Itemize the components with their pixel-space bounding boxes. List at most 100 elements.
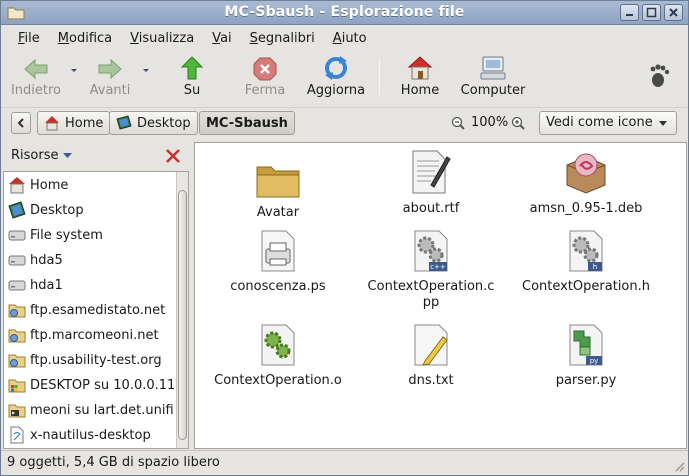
drive-icon (8, 255, 26, 266)
deb-package-icon (566, 153, 606, 194)
forward-button[interactable]: Avanti (81, 53, 139, 98)
file-item-amsn-deb[interactable]: amsn_0.95-1.deb (511, 149, 661, 217)
sidebar-scrollbar[interactable] (176, 172, 188, 448)
chevron-down-icon (62, 153, 72, 158)
object-file-icon (261, 324, 295, 366)
file-item-dns-txt[interactable]: dns.txt (356, 321, 506, 389)
maximize-icon (646, 7, 657, 18)
chevron-left-icon (17, 118, 24, 128)
status-bar: 9 oggetti, 5,4 GB di spazio libero (1, 450, 688, 475)
sidebar-item-ftp-usability-test[interactable]: ftp.usability-test.org (8, 349, 162, 371)
sidebar-item-home[interactable]: Home (8, 174, 68, 196)
side-pane-selector[interactable]: Risorse (11, 148, 72, 163)
toolbar: Indietro Avanti Su Ferma Aggiorna Home C (1, 51, 688, 107)
status-text: 9 oggetti, 5,4 GB di spazio libero (7, 455, 220, 470)
window-title: MC-Sbaush - Esplorazione file (224, 4, 465, 20)
svg-text:c++: c++ (430, 263, 446, 271)
file-item-contextoperation-h[interactable]: h ContextOperation.h (511, 227, 661, 295)
breadcrumb-home[interactable]: Home (37, 111, 111, 135)
zoom-in-icon[interactable] (511, 116, 525, 130)
stop-icon (253, 57, 277, 81)
reload-icon (325, 56, 347, 80)
path-back-button[interactable] (11, 112, 31, 134)
maximize-button[interactable] (642, 4, 661, 21)
file-item-avatar[interactable]: Avatar (203, 153, 353, 221)
close-icon (669, 8, 678, 17)
cpp-source-icon: c++ (414, 230, 448, 272)
zoom-out-icon[interactable] (451, 116, 465, 130)
zoom-level[interactable]: 100% (471, 115, 508, 130)
location-bar: Home Desktop MC-Sbaush 100% Vedi come ic… (1, 107, 688, 137)
sidebar-item-hda1[interactable]: hda1 (8, 274, 63, 296)
sidebar-item-hda5[interactable]: hda5 (8, 249, 63, 271)
back-arrow-icon (24, 58, 48, 80)
computer-icon (480, 56, 506, 80)
up-button[interactable]: Su (167, 53, 217, 98)
network-folder-icon (8, 329, 26, 343)
sidebar-scroll-thumb[interactable] (178, 190, 187, 440)
chevron-down-icon (659, 121, 667, 126)
sidebar-item-x-nautilus-desktop[interactable]: x-nautilus-desktop (8, 424, 151, 446)
stop-button[interactable]: Ferma (237, 53, 293, 98)
minimize-button[interactable] (620, 4, 639, 21)
minimize-icon (626, 14, 633, 16)
menu-segnalibri[interactable]: Segnalibri (241, 31, 324, 46)
menu-file[interactable]: File (9, 31, 49, 46)
file-item-contextoperation-o[interactable]: ContextOperation.o (203, 321, 353, 389)
close-button[interactable] (664, 4, 683, 21)
menu-modifica[interactable]: Modifica (49, 31, 121, 46)
breadcrumb-current[interactable]: MC-Sbaush (199, 111, 295, 135)
file-view: Avatar about.rtf amsn_0.95-1.deb conosce… (194, 142, 687, 449)
rtf-document-icon (412, 150, 451, 194)
drive-icon (8, 230, 26, 241)
python-file-icon: py (569, 324, 603, 366)
reload-button[interactable]: Aggiorna (303, 53, 369, 98)
view-mode-select[interactable]: Vedi come icone (539, 111, 677, 135)
home-icon (9, 177, 25, 194)
windows-share-icon (8, 379, 26, 393)
network-folder-icon (8, 354, 26, 368)
menu-vai[interactable]: Vai (203, 31, 240, 46)
sidebar-item-desktop[interactable]: Desktop (8, 199, 84, 221)
places-list: Home Desktop File system hda5 hda1 ftp.e… (3, 171, 189, 449)
up-arrow-icon (180, 56, 204, 80)
file-item-conoscenza-ps[interactable]: conoscenza.ps (203, 227, 353, 295)
resize-grip-icon[interactable] (673, 460, 685, 472)
home-button[interactable]: Home (395, 53, 445, 98)
document-icon (10, 426, 24, 444)
desktop-icon (116, 115, 132, 130)
file-item-about-rtf[interactable]: about.rtf (356, 149, 506, 217)
title-bar[interactable]: MC-Sbaush - Esplorazione file (1, 1, 688, 25)
back-history-dropdown[interactable] (69, 65, 79, 75)
svg-text:h: h (593, 263, 597, 271)
back-button[interactable]: Indietro (7, 53, 65, 98)
home-icon (407, 56, 433, 80)
drive-icon (8, 280, 26, 291)
svg-text:py: py (590, 357, 599, 365)
file-item-contextoperation-cpp[interactable]: c++ ContextOperation.cpp (356, 227, 506, 311)
sidebar-item-desktop-share[interactable]: DESKTOP su 10.0.0.11 (8, 374, 175, 396)
computer-button[interactable]: Computer (457, 53, 529, 98)
network-folder-icon (8, 304, 26, 318)
sidebar-item-ssh-lart[interactable]: meoni su lart.det.unifi (8, 399, 174, 421)
folder-icon (256, 166, 300, 198)
text-file-icon (414, 324, 448, 366)
menu-visualizza[interactable]: Visualizza (121, 31, 203, 46)
file-manager-window: MC-Sbaush - Esplorazione file File Modif… (0, 0, 689, 476)
close-sidebar-icon[interactable] (165, 148, 181, 164)
forward-history-dropdown[interactable] (141, 65, 151, 75)
home-icon (45, 116, 59, 131)
gnome-foot-icon (650, 64, 670, 87)
postscript-printer-icon (261, 230, 295, 272)
menu-bar: File Modifica Visualizza Vai Segnalibri … (1, 25, 688, 51)
desktop-icon (8, 201, 26, 219)
sidebar-item-ftp-esamedistato[interactable]: ftp.esamedistato.net (8, 299, 165, 321)
file-item-parser-py[interactable]: py parser.py (511, 321, 661, 389)
menu-aiuto[interactable]: Aiuto (324, 31, 376, 46)
header-source-icon: h (569, 230, 603, 272)
breadcrumb-desktop[interactable]: Desktop (109, 111, 198, 135)
forward-arrow-icon (98, 58, 122, 80)
side-pane: Risorse Home Desktop File system hda5 hd… (3, 142, 189, 449)
sidebar-item-ftp-marcomeoni[interactable]: ftp.marcomeoni.net (8, 324, 159, 346)
sidebar-item-filesystem[interactable]: File system (8, 224, 103, 246)
